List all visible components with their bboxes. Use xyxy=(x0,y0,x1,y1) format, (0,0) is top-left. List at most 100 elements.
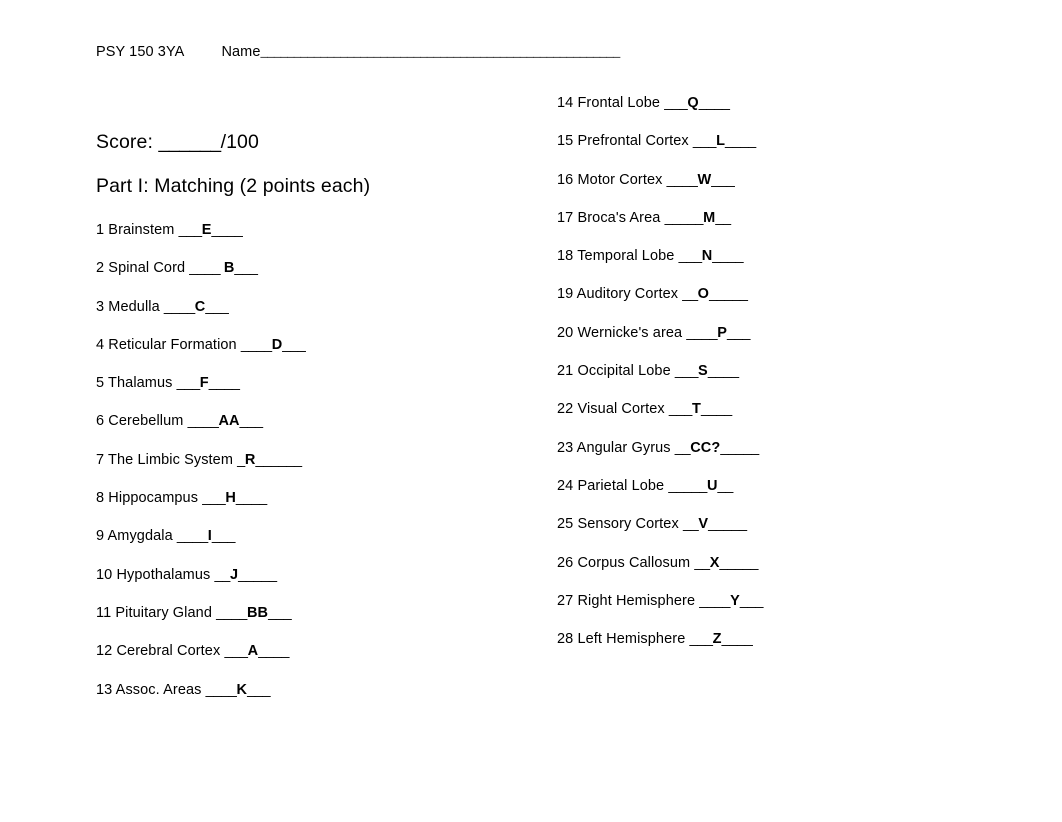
matching-answer-blank-leading[interactable]: ____ xyxy=(164,299,195,315)
matching-answer-letter[interactable]: E xyxy=(202,222,212,238)
matching-answer-letter[interactable]: O xyxy=(698,286,709,302)
matching-answer-blank-trailing[interactable]: _____ xyxy=(720,555,759,571)
matching-answer-letter[interactable]: M xyxy=(703,210,715,226)
matching-item-label: Temporal Lobe xyxy=(573,248,679,265)
matching-answer-blank-leading[interactable]: ____ xyxy=(241,337,272,353)
matching-answer-blank-leading[interactable]: ____ xyxy=(686,325,717,341)
matching-answer-letter[interactable]: U xyxy=(707,478,718,494)
matching-answer-blank-leading[interactable]: ___ xyxy=(664,95,688,111)
matching-answer-blank-leading[interactable]: ___ xyxy=(202,490,226,506)
matching-answer-blank-trailing[interactable]: ____ xyxy=(725,133,756,149)
matching-item-number: 11 xyxy=(96,604,112,621)
matching-item: 15 Prefrontal Cortex ___L____ xyxy=(557,133,763,171)
matching-answer-blank-trailing[interactable]: __ xyxy=(718,478,734,494)
matching-answer-letter[interactable]: Y xyxy=(730,593,740,609)
matching-item-label: Wernicke's area xyxy=(573,324,687,341)
matching-answer-letter[interactable]: N xyxy=(702,248,713,264)
matching-answer-blank-trailing[interactable]: ____ xyxy=(236,490,267,506)
matching-answer-letter[interactable]: Z xyxy=(713,631,722,647)
matching-answer-blank-leading[interactable]: _____ xyxy=(665,210,704,226)
matching-answer-blank-trailing[interactable]: ____ xyxy=(712,248,743,264)
matching-answer-blank-trailing[interactable]: ___ xyxy=(212,528,236,544)
matching-answer-blank-leading[interactable]: ___ xyxy=(693,133,717,149)
matching-answer-letter[interactable]: BB xyxy=(247,605,268,621)
matching-answer-blank-trailing[interactable]: ___ xyxy=(240,413,264,429)
matching-item-label: Hypothalamus xyxy=(112,566,215,583)
matching-answer-letter[interactable]: J xyxy=(230,567,238,583)
matching-item-number: 10 xyxy=(96,566,113,583)
matching-answer-letter[interactable]: V xyxy=(698,516,708,532)
matching-answer-blank-trailing[interactable]: ______ xyxy=(255,452,302,468)
matching-answer-letter[interactable]: D xyxy=(272,337,283,353)
matching-answer-blank-leading[interactable]: ____ xyxy=(206,682,237,698)
matching-answer-letter[interactable]: R xyxy=(245,452,256,468)
matching-answer-blank-leading[interactable]: ___ xyxy=(679,248,703,264)
matching-answer-blank-trailing[interactable]: _____ xyxy=(238,567,277,583)
matching-answer-blank-trailing[interactable]: __ xyxy=(715,210,731,226)
matching-answer-letter[interactable]: L xyxy=(716,133,725,149)
matching-answer-blank-trailing[interactable]: _____ xyxy=(709,286,748,302)
matching-answer-blank-trailing[interactable]: ____ xyxy=(258,643,289,659)
matching-answer-blank-leading[interactable]: ____ xyxy=(189,260,224,276)
name-blank-rule[interactable]: ________________________________________… xyxy=(261,44,621,61)
matching-answer-blank-trailing[interactable]: ____ xyxy=(701,401,732,417)
matching-item-label: The Limbic System xyxy=(104,451,238,468)
matching-item-number: 2 xyxy=(96,260,105,277)
matching-answer-letter[interactable]: CC? xyxy=(690,440,720,456)
matching-item-label: Assoc. Areas xyxy=(112,681,206,698)
matching-answer-blank-leading[interactable]: ___ xyxy=(669,401,693,417)
matching-item: 6 Cerebellum ____AA___ xyxy=(96,413,305,451)
matching-answer-blank-trailing[interactable]: ___ xyxy=(740,593,764,609)
matching-answer-blank-leading[interactable]: ____ xyxy=(699,593,730,609)
matching-answer-blank-trailing[interactable]: ___ xyxy=(711,172,735,188)
matching-answer-blank-leading[interactable]: ____ xyxy=(216,605,247,621)
matching-answer-blank-leading[interactable]: ____ xyxy=(177,528,208,544)
matching-answer-blank-trailing[interactable]: ____ xyxy=(722,631,753,647)
matching-answer-letter[interactable]: P xyxy=(717,325,727,341)
matching-item-number: 19 xyxy=(557,286,574,303)
matching-answer-blank-leading[interactable]: ____ xyxy=(667,172,698,188)
matching-answer-letter[interactable]: T xyxy=(692,401,701,417)
matching-answer-letter[interactable]: W xyxy=(697,172,711,188)
matching-answer-blank-leading[interactable]: __ xyxy=(683,516,699,532)
matching-answer-blank-leading[interactable]: __ xyxy=(694,555,710,571)
matching-answer-blank-trailing[interactable]: ___ xyxy=(268,605,292,621)
matching-item: 2 Spinal Cord ____ B___ xyxy=(96,260,305,298)
matching-answer-blank-trailing[interactable]: ____ xyxy=(212,222,243,238)
matching-answer-blank-leading[interactable]: ____ xyxy=(188,413,219,429)
matching-answer-blank-trailing[interactable]: ___ xyxy=(282,337,306,353)
matching-answer-blank-leading[interactable]: __ xyxy=(682,286,698,302)
score-blank[interactable]: ______ xyxy=(158,131,221,153)
matching-answer-blank-trailing[interactable]: _____ xyxy=(708,516,747,532)
matching-answer-blank-trailing[interactable]: _____ xyxy=(720,440,759,456)
matching-answer-letter[interactable]: K xyxy=(236,682,247,698)
matching-answer-letter[interactable]: Q xyxy=(687,95,698,111)
matching-answer-blank-trailing[interactable]: ____ xyxy=(708,363,739,379)
matching-answer-blank-leading[interactable]: __ xyxy=(215,567,231,583)
matching-item-label: Amygdala xyxy=(104,528,177,545)
matching-answer-letter[interactable]: B xyxy=(224,260,235,276)
matching-answer-blank-leading[interactable]: ___ xyxy=(179,222,203,238)
matching-answer-letter[interactable]: C xyxy=(195,299,206,315)
matching-answer-blank-trailing[interactable]: ___ xyxy=(247,682,271,698)
matching-answer-blank-leading[interactable]: _____ xyxy=(668,478,707,494)
matching-answer-blank-trailing[interactable]: ____ xyxy=(699,95,730,111)
matching-answer-letter[interactable]: S xyxy=(698,363,708,379)
matching-answer-blank-trailing[interactable]: ___ xyxy=(234,260,258,276)
matching-answer-blank-trailing[interactable]: ___ xyxy=(205,299,229,315)
matching-item-label: Brainstem xyxy=(104,222,179,238)
matching-answer-blank-leading[interactable]: ___ xyxy=(675,363,699,379)
matching-answer-letter[interactable]: A xyxy=(248,643,259,659)
matching-answer-letter[interactable]: H xyxy=(225,490,236,506)
matching-answer-blank-leading[interactable]: __ xyxy=(675,440,691,456)
matching-answer-blank-trailing[interactable]: ___ xyxy=(727,325,751,341)
matching-answer-blank-trailing[interactable]: ____ xyxy=(209,375,240,391)
matching-answer-blank-leading[interactable]: ___ xyxy=(177,375,201,391)
matching-answer-blank-leading[interactable]: ___ xyxy=(224,643,248,659)
matching-answer-letter[interactable]: AA xyxy=(218,413,239,429)
matching-answer-letter[interactable]: X xyxy=(710,555,720,571)
matching-item-number: 12 xyxy=(96,643,113,660)
matching-answer-blank-leading[interactable]: _ xyxy=(237,452,245,468)
matching-answer-letter[interactable]: F xyxy=(200,375,209,391)
matching-answer-blank-leading[interactable]: ___ xyxy=(690,631,714,647)
